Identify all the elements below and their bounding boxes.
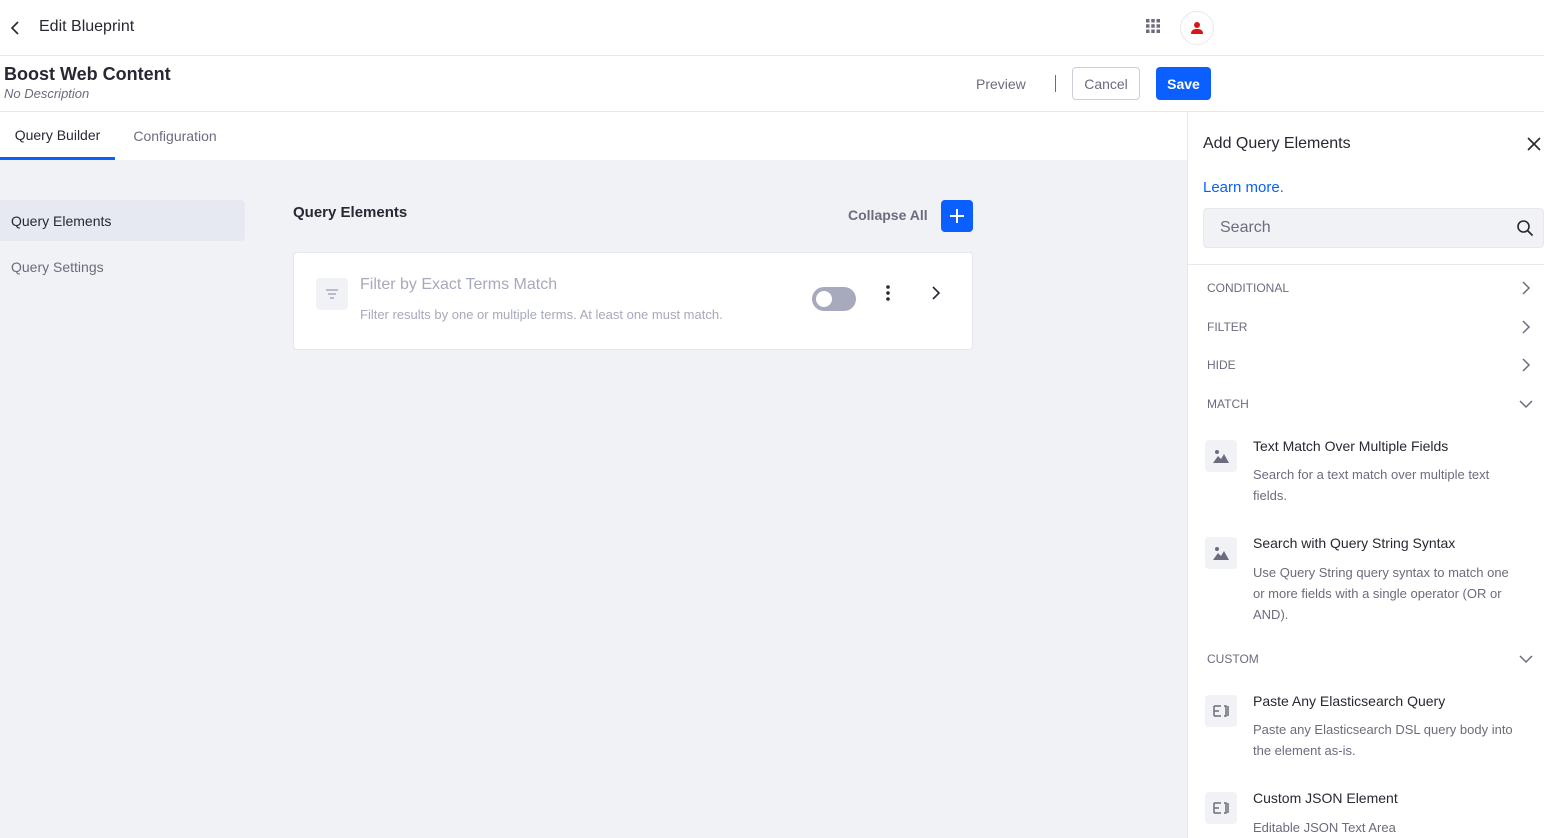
top-bar — [0, 0, 1544, 56]
sidebar-divider — [1187, 264, 1544, 265]
element-description: Search for a text match over multiple te… — [1253, 467, 1490, 503]
image-icon — [1205, 440, 1237, 472]
filter-icon — [316, 278, 348, 310]
back-button[interactable] — [6, 18, 26, 38]
toggle-knob — [816, 291, 832, 307]
nav-item-query-settings[interactable]: Query Settings — [0, 246, 245, 287]
category-label: CUSTOM — [1207, 652, 1259, 666]
list-item[interactable]: Custom JSON Element Editable JSON Text A… — [1187, 782, 1544, 838]
element-description: Editable JSON Text Area — [1253, 820, 1396, 835]
chevron-right-icon[interactable] — [926, 283, 946, 303]
category-hide[interactable]: HIDE — [1187, 346, 1544, 384]
collapse-all-button[interactable]: Collapse All — [848, 207, 928, 223]
query-elements-title: Query Elements — [293, 204, 408, 221]
cancel-button[interactable]: Cancel — [1072, 67, 1140, 100]
element-title: Filter by Exact Terms Match — [360, 276, 558, 293]
user-avatar[interactable] — [1180, 11, 1214, 45]
apps-grid-icon[interactable] — [1145, 18, 1165, 38]
category-label: MATCH — [1207, 397, 1249, 411]
code-icon — [1205, 695, 1237, 727]
app-title: Edit Blueprint — [39, 18, 135, 35]
search-box — [1203, 208, 1544, 248]
element-description: Filter results by one or multiple terms.… — [360, 307, 723, 322]
chevron-down-icon — [1519, 400, 1533, 409]
blueprint-header — [0, 56, 1544, 112]
search-input[interactable] — [1204, 209, 1504, 247]
blueprint-title: Boost Web Content — [4, 64, 171, 84]
close-icon[interactable] — [1524, 134, 1544, 154]
list-item[interactable]: Text Match Over Multiple Fields Search f… — [1187, 430, 1544, 520]
blueprint-description: No Description — [4, 86, 90, 101]
query-element-card — [293, 252, 973, 350]
image-icon — [1205, 537, 1237, 569]
chevron-right-icon — [1522, 358, 1531, 372]
tab-configuration[interactable]: Configuration — [115, 112, 235, 160]
element-title: Paste Any Elasticsearch Query — [1253, 693, 1446, 709]
search-icon[interactable] — [1516, 219, 1534, 237]
chevron-left-icon — [10, 21, 19, 35]
nav-item-query-elements[interactable]: Query Elements — [0, 200, 245, 241]
save-button[interactable]: Save — [1156, 67, 1211, 100]
element-title: Search with Query String Syntax — [1253, 535, 1456, 551]
more-options-icon[interactable] — [878, 283, 898, 303]
category-match[interactable]: MATCH — [1187, 385, 1544, 423]
chevron-right-icon — [1522, 281, 1531, 295]
element-description: Paste any Elasticsearch DSL query body i… — [1253, 722, 1513, 758]
list-item[interactable]: Search with Query String Syntax Use Quer… — [1187, 527, 1544, 637]
user-icon — [1191, 22, 1203, 34]
category-label: FILTER — [1207, 320, 1248, 334]
sidebar-title: Add Query Elements — [1203, 135, 1351, 152]
preview-button[interactable]: Preview — [962, 70, 1040, 98]
header-divider — [1055, 75, 1056, 92]
category-conditional[interactable]: CONDITIONAL — [1187, 269, 1544, 307]
add-element-button[interactable] — [941, 200, 973, 232]
category-label: CONDITIONAL — [1207, 281, 1290, 295]
category-filter[interactable]: FILTER — [1187, 308, 1544, 346]
code-icon — [1205, 792, 1237, 824]
category-label: HIDE — [1207, 358, 1236, 372]
learn-more-link[interactable]: Learn more. — [1203, 179, 1284, 196]
category-custom[interactable]: CUSTOM — [1187, 640, 1544, 678]
element-description: Use Query String query syntax to match o… — [1253, 565, 1509, 622]
list-item[interactable]: Paste Any Elasticsearch Query Paste any … — [1187, 685, 1544, 775]
plus-icon — [950, 209, 964, 223]
element-title: Custom JSON Element — [1253, 790, 1398, 806]
chevron-down-icon — [1519, 655, 1533, 664]
tab-query-builder[interactable]: Query Builder — [0, 112, 115, 160]
chevron-right-icon — [1522, 320, 1531, 334]
element-title: Text Match Over Multiple Fields — [1253, 438, 1449, 454]
